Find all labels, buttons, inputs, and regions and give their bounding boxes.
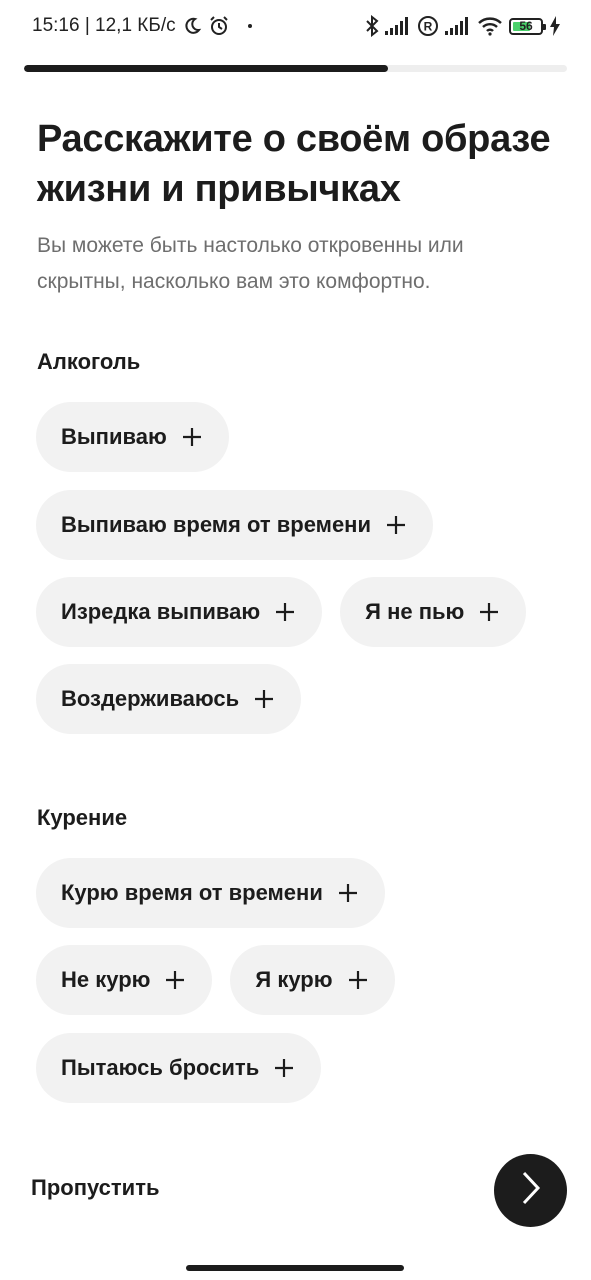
- chip-label: Я курю: [255, 967, 333, 992]
- battery-level: 56: [519, 18, 533, 33]
- chip-label: Изредка выпиваю: [61, 599, 261, 624]
- plus-icon: [337, 882, 359, 904]
- bluetooth-icon: [365, 15, 379, 37]
- status-left: 15:16 | 12,1 КБ/с: [32, 15, 252, 37]
- chip-drink-sometimes[interactable]: Выпиваю время от времени: [36, 490, 433, 560]
- status-bar: 15:16 | 12,1 КБ/с R 56: [0, 0, 591, 52]
- section-title-smoking: Курение: [37, 805, 128, 830]
- chip-row: Воздерживаюсь: [36, 664, 302, 734]
- next-button[interactable]: [494, 1154, 567, 1227]
- chip-row: Курю время от времени: [36, 858, 385, 928]
- plus-icon: [273, 1057, 295, 1079]
- chip-label: Не курю: [61, 967, 151, 992]
- chip-drink-rarely[interactable]: Изредка выпиваю: [36, 577, 323, 647]
- chip-label: Я не пью: [365, 599, 465, 624]
- chip-row: Пытаюсь бросить: [36, 1033, 322, 1103]
- svg-text:R: R: [424, 20, 433, 34]
- chip-trying-to-quit[interactable]: Пытаюсь бросить: [36, 1033, 322, 1103]
- skip-button[interactable]: Пропустить: [31, 1175, 160, 1201]
- chip-drink[interactable]: Выпиваю: [36, 402, 229, 472]
- wifi-icon: [477, 16, 503, 36]
- status-right: R 56: [365, 15, 561, 37]
- chip-label: Выпиваю время от времени: [61, 512, 371, 537]
- roaming-icon: R: [417, 15, 439, 37]
- alarm-icon: [208, 15, 230, 37]
- chip-row: Выпиваю: [36, 402, 229, 472]
- chip-row: Не курю Я курю: [36, 945, 395, 1015]
- progress-track: [24, 65, 567, 72]
- chevron-right-icon: [518, 1170, 544, 1211]
- home-indicator: [186, 1265, 404, 1271]
- plus-icon: [478, 601, 500, 623]
- chip-row: Выпиваю время от времени: [36, 490, 433, 560]
- moon-icon: [182, 16, 202, 36]
- screen: 15:16 | 12,1 КБ/с R 56 Расскажите о своё…: [0, 0, 591, 1280]
- chip-smoke[interactable]: Я курю: [230, 945, 395, 1015]
- chip-label: Выпиваю: [61, 424, 167, 449]
- plus-icon: [274, 601, 296, 623]
- plus-icon: [181, 426, 203, 448]
- plus-icon: [385, 514, 407, 536]
- status-time-speed: 15:16 | 12,1 КБ/с: [32, 15, 176, 36]
- chip-label: Пытаюсь бросить: [61, 1055, 260, 1080]
- chip-label: Воздерживаюсь: [61, 686, 240, 711]
- progress-bar: [24, 65, 388, 72]
- chip-abstain[interactable]: Воздерживаюсь: [36, 664, 302, 734]
- chip-dont-smoke[interactable]: Не курю: [36, 945, 213, 1015]
- page-title: Расскажите о своём образе жизни и привыч…: [37, 118, 551, 210]
- signal-icon: [445, 17, 471, 35]
- page-subtitle: Вы можете быть настолько откровенны или …: [37, 234, 464, 293]
- chip-label: Курю время от времени: [61, 880, 323, 905]
- section-title-alcohol: Алкоголь: [37, 349, 141, 374]
- plus-icon: [164, 969, 186, 991]
- chip-dont-drink[interactable]: Я не пью: [340, 577, 527, 647]
- notification-dot-icon: [247, 24, 252, 28]
- signal-icon: [385, 17, 411, 35]
- plus-icon: [347, 969, 369, 991]
- battery-icon: 56: [509, 17, 546, 35]
- charging-icon: [549, 16, 561, 36]
- chip-row: Изредка выпиваю Я не пью: [36, 577, 527, 647]
- plus-icon: [253, 688, 275, 710]
- chip-smoke-sometimes[interactable]: Курю время от времени: [36, 858, 385, 928]
